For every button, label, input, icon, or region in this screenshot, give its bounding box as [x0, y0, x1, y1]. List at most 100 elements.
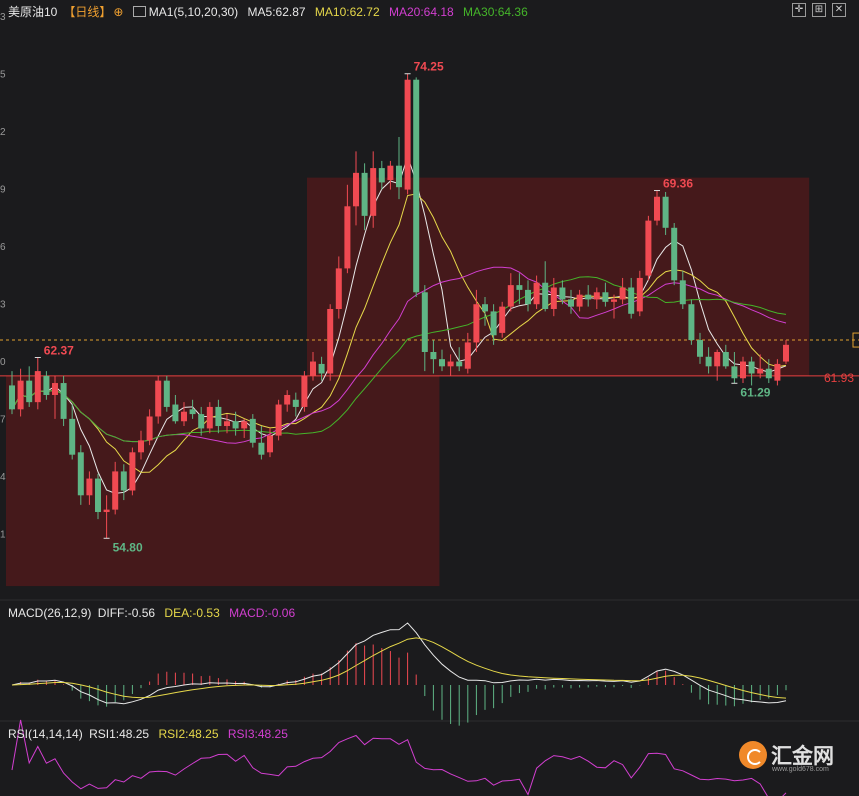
candle-body	[404, 79, 411, 190]
candle-body	[344, 206, 351, 269]
rsi3-value: RSI3:48.25	[227, 727, 288, 741]
y-tick-label: 9	[0, 185, 6, 196]
candle-body	[34, 371, 41, 403]
candle-body	[241, 421, 248, 429]
candle-body	[353, 172, 359, 207]
watermark-url: www.gold678.com	[772, 766, 829, 773]
candle-body	[26, 380, 33, 403]
candle-body	[249, 418, 256, 443]
price-box-layer	[0, 177, 859, 587]
high-label: 69.36	[663, 177, 693, 191]
rsi1-value: RSI1:48.25	[89, 727, 150, 741]
candle-body	[421, 292, 428, 352]
price-range-box	[307, 177, 810, 376]
candle-body	[86, 478, 93, 496]
candle-body	[593, 292, 600, 300]
crosshair-icon[interactable]: ✛	[792, 3, 806, 17]
symbol-label[interactable]: 美原油10	[8, 5, 57, 19]
candle-body	[507, 285, 514, 307]
candle-body	[43, 375, 50, 395]
candle-body	[619, 287, 626, 300]
gold678-logo-icon	[739, 741, 767, 769]
macd-layer	[11, 622, 787, 726]
macd-legend: MACD(26,12,9) DIFF:-0.56 DEA:-0.53 MACD:…	[8, 606, 301, 620]
candle-body	[69, 418, 76, 455]
candle-body	[671, 227, 678, 281]
y-tick-label: 4	[0, 472, 6, 483]
candle-body	[525, 289, 531, 305]
candle-body	[258, 442, 265, 455]
price-range-box	[6, 375, 440, 587]
candle-body	[361, 172, 368, 216]
candle-body	[748, 361, 755, 374]
candle-body	[679, 280, 686, 305]
candle-body	[516, 285, 523, 290]
indicator-settings-icon[interactable]	[132, 6, 146, 17]
candle-body	[490, 311, 497, 336]
macd-value: MACD:-0.06	[229, 606, 296, 620]
candle-body	[559, 287, 566, 300]
add-icon[interactable]: ⊕	[113, 5, 123, 19]
candle-body	[654, 196, 660, 221]
candle-body	[155, 380, 162, 417]
candle-body	[17, 380, 24, 410]
candle-body	[473, 304, 480, 343]
close-icon[interactable]: ✕	[832, 3, 846, 17]
candle-body	[275, 404, 282, 436]
rsi-label[interactable]: RSI(14,14,14)	[8, 727, 83, 741]
candle-body	[447, 361, 454, 367]
main-legend: 美原油10 【日线】 ⊕ MA1(5,10,20,30) MA5:62.87 MA1…	[8, 3, 534, 20]
ma10-value: MA10:62.72	[314, 5, 380, 19]
candle-body	[335, 268, 342, 309]
candle-body	[585, 294, 592, 300]
candle-body	[705, 356, 712, 367]
candle-body	[636, 277, 643, 312]
watermark-logo: 汇金网 www.gold678.com	[739, 738, 851, 782]
candle-body	[206, 406, 213, 429]
high-label: 62.37	[44, 343, 74, 357]
candle-body	[413, 79, 420, 293]
candle-body	[499, 306, 506, 333]
period-label[interactable]: 【日线】	[63, 5, 111, 19]
candle-body	[267, 435, 273, 453]
candle-body	[740, 361, 746, 379]
candle-body	[112, 471, 119, 510]
candle-body	[310, 361, 316, 376]
candle-body	[198, 414, 205, 429]
candle-body	[301, 375, 308, 407]
candle-body	[783, 344, 789, 362]
candle-body	[542, 282, 549, 309]
split-view-icon[interactable]: ⊞	[812, 3, 826, 17]
candle-body	[456, 361, 463, 367]
rsi2-value: RSI2:48.25	[158, 727, 219, 741]
y-tick-label: 3	[0, 12, 6, 23]
candle-body	[129, 452, 136, 491]
candle-body	[318, 363, 325, 374]
candle-body	[52, 383, 58, 395]
candle-body	[284, 394, 291, 405]
rsi-legend: RSI(14,14,14) RSI1:48.25 RSI2:48.25 RSI3…	[8, 727, 294, 741]
candle-body	[163, 380, 170, 407]
candle-body	[215, 406, 222, 427]
candle-body	[378, 168, 385, 183]
last-price-label: 61.93	[824, 371, 854, 385]
dea-value: DEA:-0.53	[164, 606, 220, 620]
candle-body	[232, 421, 239, 429]
diff-value: DIFF:-0.56	[97, 606, 156, 620]
candle-body	[138, 440, 144, 453]
candle-body	[482, 304, 488, 312]
y-tick-label: 0	[0, 357, 6, 368]
candle-body	[628, 287, 635, 314]
candle-body	[439, 359, 445, 367]
candle-body	[774, 363, 781, 381]
ma5-value: MA5:62.87	[247, 5, 306, 19]
macd-label[interactable]: MACD(26,12,9)	[8, 606, 91, 620]
ma-label[interactable]: MA1(5,10,20,30)	[149, 5, 238, 19]
y-tick-label: 6	[0, 242, 6, 253]
candle-body	[60, 383, 67, 419]
candle-body	[224, 421, 230, 427]
candle-body	[77, 452, 84, 496]
high-label: 74.25	[414, 60, 444, 74]
y-tick-label: 2	[0, 127, 6, 138]
y-tick-label: 3	[0, 300, 6, 311]
